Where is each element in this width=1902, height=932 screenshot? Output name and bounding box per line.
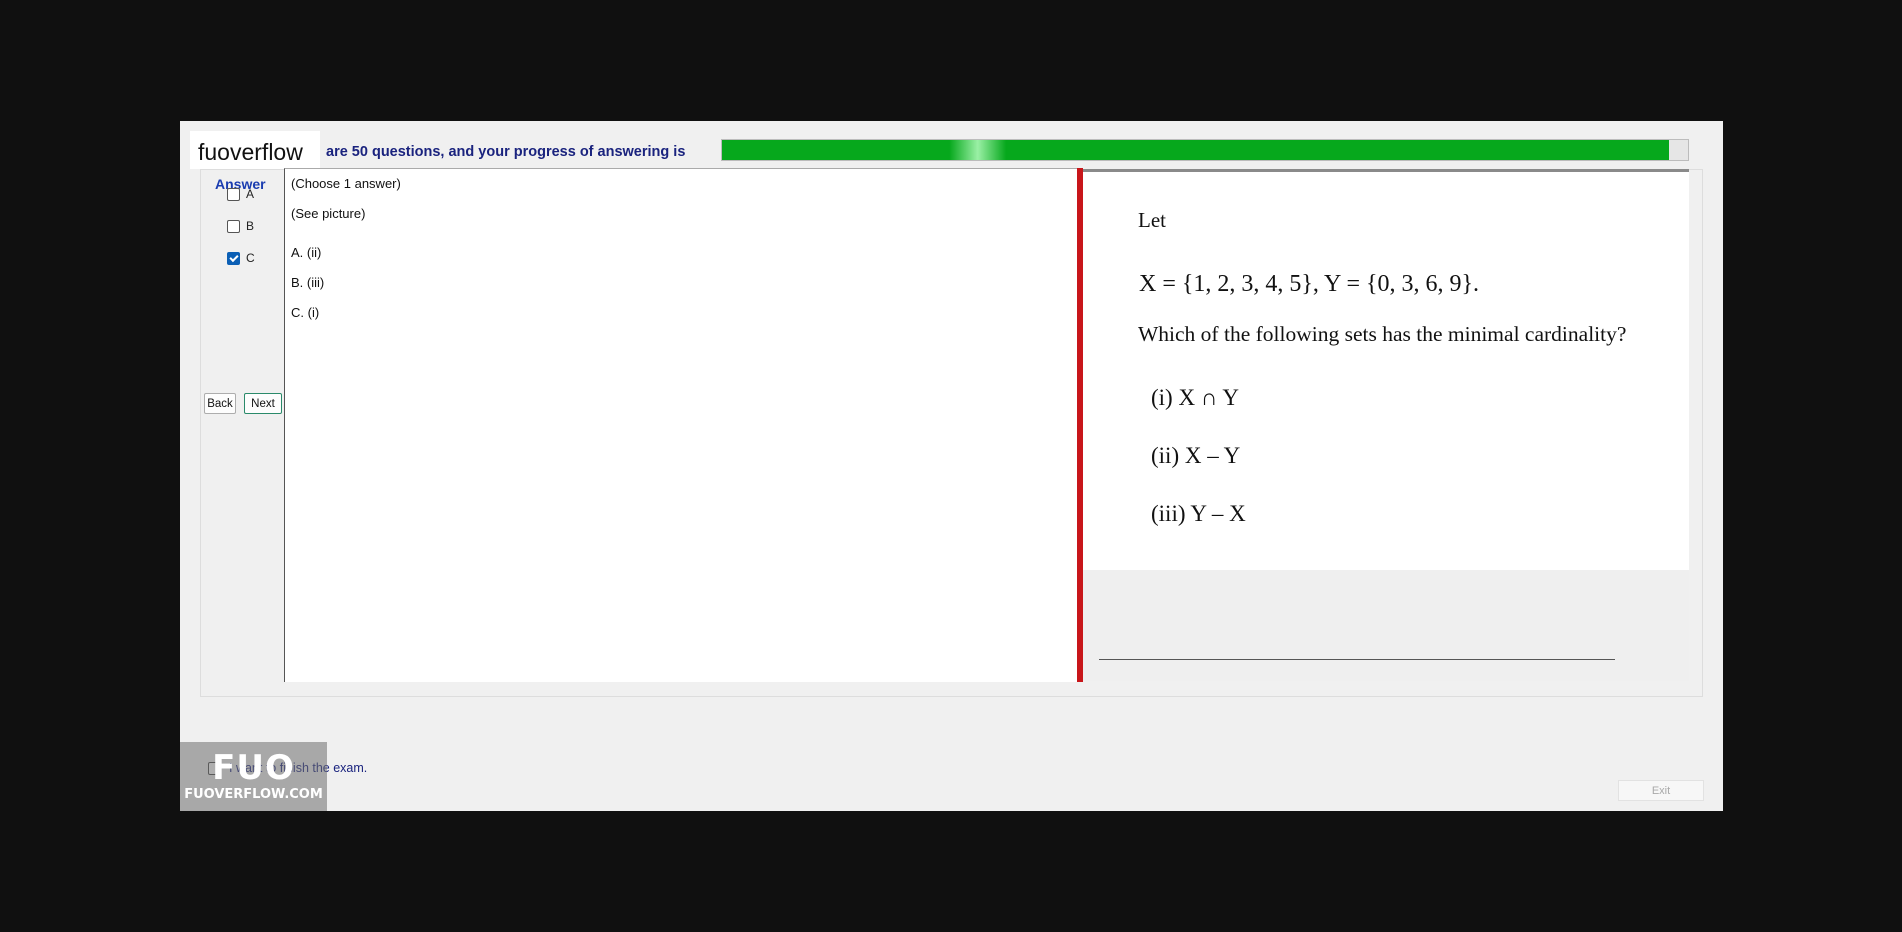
- picture-line-sets: X = {1, 2, 3, 4, 5}, Y = {0, 3, 6, 9}.: [1139, 271, 1480, 297]
- picture-item-ii: (ii) X – Y: [1151, 443, 1241, 468]
- progress-text: are 50 questions, and your progress of a…: [326, 144, 686, 160]
- option-label-a: A: [246, 187, 255, 201]
- progress-bar: [721, 139, 1689, 161]
- picture-bottom-rule: [1099, 659, 1615, 660]
- picture-line-question: Which of the following sets has the mini…: [1138, 322, 1627, 346]
- option-label-b: B: [246, 219, 255, 233]
- picture-item-i: (i) X ∩ Y: [1151, 385, 1239, 410]
- picture-item-iii: (iii) Y – X: [1151, 501, 1246, 526]
- exam-window: fuoverflow are 50 questions, and your pr…: [180, 121, 1723, 811]
- watermark-logo: FUO FUOVERFLOW.COM: [180, 742, 327, 811]
- exit-button[interactable]: Exit: [1618, 780, 1704, 801]
- checkbox-b[interactable]: [227, 219, 240, 233]
- checkbox-c[interactable]: [227, 251, 240, 265]
- watermark-logo-text: FUO: [212, 748, 295, 788]
- question-see-picture: (See picture): [291, 206, 366, 221]
- progress-fill: [722, 140, 1669, 160]
- question-choice-c: C. (i): [291, 305, 320, 320]
- back-button[interactable]: Back: [204, 393, 236, 414]
- next-button[interactable]: Next: [244, 393, 282, 414]
- option-label-c: C: [246, 251, 255, 265]
- question-picture: Let X = {1, 2, 3, 4, 5}, Y = {0, 3, 6, 9…: [1083, 172, 1689, 570]
- watermark-logo-url: FUOVERFLOW.COM: [184, 787, 323, 802]
- picture-panel: Let X = {1, 2, 3, 4, 5}, Y = {0, 3, 6, 9…: [1083, 169, 1689, 681]
- question-choice-b: B. (iii): [291, 275, 325, 290]
- answer-option-b[interactable]: B: [227, 219, 254, 233]
- picture-line-let: Let: [1138, 208, 1166, 232]
- answer-option-a[interactable]: A: [227, 187, 254, 201]
- question-choice-a: A. (ii): [291, 245, 322, 260]
- question-text-panel: (Choose 1 answer) (See picture) A. (ii) …: [284, 168, 1077, 682]
- brand-label: fuoverflow: [190, 131, 320, 169]
- answer-option-c[interactable]: C: [227, 251, 255, 265]
- checkbox-a[interactable]: [227, 187, 240, 201]
- question-instruction: (Choose 1 answer): [291, 176, 401, 191]
